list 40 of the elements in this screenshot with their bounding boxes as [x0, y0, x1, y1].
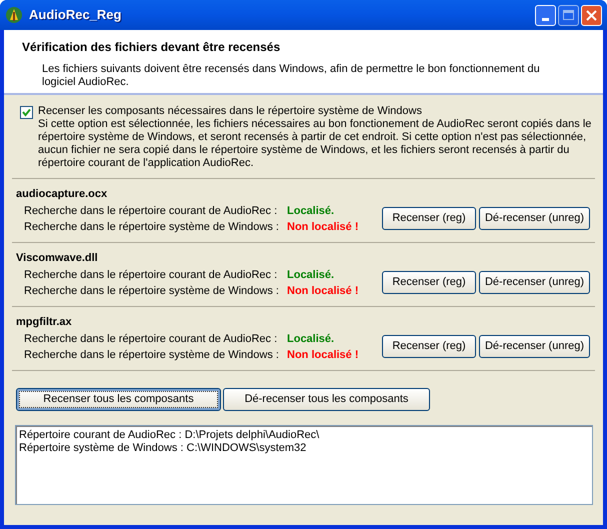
button[interactable]: Recenser (reg) [382, 207, 476, 230]
log-box[interactable]: Répertoire courant de AudioRec : D:\Projets delphi\AudioRec\ Répertoire système de Windows : C:\WINDOWS\system32 [15, 425, 593, 505]
maximize-button[interactable] [558, 4, 579, 26]
close-button[interactable] [581, 4, 602, 26]
minimize-icon [542, 18, 549, 20]
check-label: Recherche dans le répertoire système de Windows : [24, 220, 280, 234]
window-title: AudioRec_Reg [29, 6, 122, 24]
check-label: Recherche dans le répertoire courant de AudioRec : [24, 268, 278, 282]
check-label: Recherche dans le répertoire système de Windows : [24, 284, 280, 298]
log-line: Répertoire courant de AudioRec : D:\Projets delphi\AudioRec\ [19, 429, 320, 442]
status-text: Non localisé ! [287, 284, 359, 298]
close-icon [586, 10, 597, 20]
log-line: Répertoire système de Windows : C:\WINDOWS\system32 [19, 442, 308, 455]
status-text: Localisé. [287, 268, 334, 282]
check-icon [22, 108, 31, 117]
component-name: audiocapture.ocx [16, 187, 108, 202]
component-name: Viscomwave.dll [16, 251, 99, 266]
maximize-icon [563, 10, 574, 20]
option-description: Si cette option est sélectionnée, les fichiers nécessaires au bon fonctionement de AudioRec seront copiés dans le répertoire système de Windows, et seront recensés à partir de cet endroit. Si cette option n'est pas sélectionnée, aucun fichier ne sera copié dans le répertoire système de Windows, et les fichiers seront recensés à partir du répertoire courant de l'application AudioRec. [38, 118, 592, 170]
button[interactable]: Dé-recenser (unreg) [479, 207, 590, 230]
component-name: mpgfiltr.ax [16, 315, 73, 330]
check-label: Recherche dans le répertoire courant de AudioRec : [24, 332, 278, 346]
minimize-button[interactable] [535, 4, 556, 26]
button[interactable]: Recenser tous les composants [16, 388, 221, 411]
header-description: Les fichiers suivants doivent être recensés dans Windows, afin de permettre le bon fonctionnement du logiciel AudioRec. [42, 63, 541, 89]
button[interactable]: Dé-recenser tous les composants [223, 388, 430, 411]
status-text: Localisé. [287, 332, 334, 346]
status-text: Non localisé ! [287, 220, 359, 234]
checkbox[interactable] [20, 106, 33, 119]
checkbox-label[interactable]: Recenser les composants nécessaires dans le répertoire système de Windows [38, 105, 595, 118]
button[interactable]: Recenser (reg) [382, 335, 476, 358]
status-text: Localisé. [287, 204, 334, 218]
button[interactable]: Recenser (reg) [382, 271, 476, 294]
app-icon [5, 6, 23, 24]
check-label: Recherche dans le répertoire système de Windows : [24, 348, 280, 362]
button[interactable]: Dé-recenser (unreg) [479, 271, 590, 294]
status-text: Non localisé ! [287, 348, 359, 362]
check-label: Recherche dans le répertoire courant de AudioRec : [24, 204, 278, 218]
header-title: Vérification des fichiers devant être recensés [22, 39, 282, 56]
button[interactable]: Dé-recenser (unreg) [479, 335, 590, 358]
